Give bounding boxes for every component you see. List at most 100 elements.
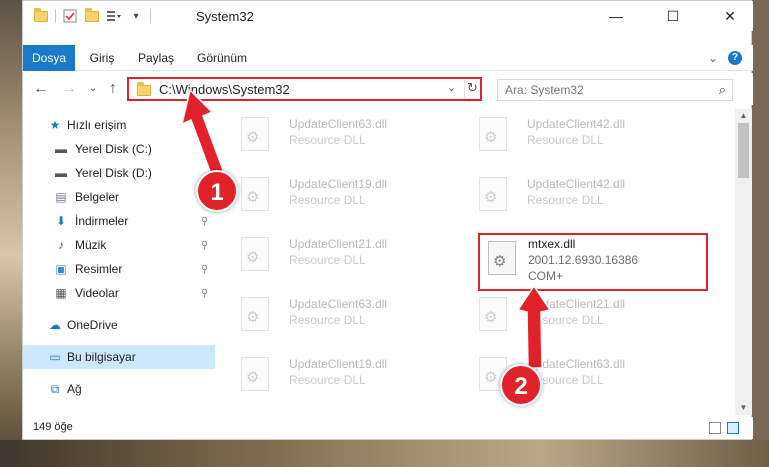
file-description: Resource DLL <box>527 133 604 147</box>
file-name: UpdateClient63.dll <box>289 117 388 131</box>
star-icon: ★ <box>49 118 61 132</box>
sidebar-item-videos[interactable]: ▦ Videolar ⚲ <box>23 281 215 305</box>
up-button[interactable]: ↑ <box>103 79 123 99</box>
file-item[interactable]: UpdateClient42.dll Resource DLL <box>457 173 687 225</box>
file-description: Resource DLL <box>289 193 366 207</box>
music-icon: ♪ <box>58 238 64 252</box>
file-list: UpdateClient63.dll Resource DLL UpdateCl… <box>219 109 735 415</box>
close-button[interactable]: ✕ <box>707 1 753 31</box>
vertical-scrollbar[interactable]: ▲ ▼ <box>735 109 752 415</box>
navigation-bar: ← → ⌄ ↑ C:\Windows\System32 ⌄ ↻ Ara: Sys… <box>23 73 753 105</box>
title-bar: ▾ System32 — ☐ ✕ <box>23 1 753 31</box>
address-bar[interactable]: C:\Windows\System32 ⌄ ↻ <box>127 77 482 101</box>
videos-icon: ▦ <box>55 286 67 300</box>
search-input[interactable]: Ara: System32 ⌕ <box>497 79 733 101</box>
help-icon[interactable]: ? <box>728 51 742 65</box>
dll-file-icon <box>479 177 507 211</box>
quick-access-dropdown-icon[interactable]: ▾ <box>128 8 144 24</box>
tab-view[interactable]: Görünüm <box>191 45 253 71</box>
forward-button[interactable]: → <box>59 79 79 99</box>
desktop-background-left <box>0 0 22 467</box>
tab-file[interactable]: Dosya <box>23 45 75 71</box>
file-item[interactable]: UpdateClient63.dll Resource DLL <box>219 113 449 165</box>
sidebar-item-quick-access[interactable]: ★ Hızlı erişim <box>23 113 215 137</box>
sidebar-item-documents[interactable]: ▤ Belgeler <box>23 185 215 209</box>
cloud-icon: ☁ <box>49 318 61 332</box>
sidebar-item-label: Yerel Disk (C:) <box>75 142 152 156</box>
sidebar-item-this-pc[interactable]: ▭ Bu bilgisayar <box>23 345 215 369</box>
sidebar-item-local-disk-c[interactable]: ▬ Yerel Disk (C:) ⚲ <box>23 137 215 161</box>
scrollbar-thumb[interactable] <box>738 123 749 178</box>
details-view-icon[interactable] <box>709 422 721 434</box>
maximize-button[interactable]: ☐ <box>650 1 696 31</box>
file-item[interactable]: UpdateClient21.dll Resource DLL <box>219 233 449 285</box>
pin-icon[interactable]: ⚲ <box>201 240 208 251</box>
pin-icon[interactable]: ⚲ <box>201 144 208 155</box>
ribbon-tabs: Dosya Giriş Paylaş Görünüm ⌄ ? <box>23 45 753 71</box>
computer-icon: ▭ <box>49 350 61 364</box>
file-item[interactable]: UpdateClient63.dll Resource DLL <box>457 353 687 405</box>
sidebar-item-label: OneDrive <box>67 318 118 332</box>
pin-icon[interactable]: ⚲ <box>201 288 208 299</box>
sidebar-item-downloads[interactable]: ⬇ İndirmeler ⚲ <box>23 209 215 233</box>
file-description: Resource DLL <box>289 373 366 387</box>
file-item[interactable]: UpdateClient42.dll Resource DLL <box>457 113 687 165</box>
large-icons-view-icon[interactable] <box>727 422 739 434</box>
sidebar-item-pictures[interactable]: ▣ Resimler ⚲ <box>23 257 215 281</box>
address-path[interactable]: C:\Windows\System32 <box>159 82 290 97</box>
toolbar-separator <box>150 9 151 23</box>
file-description: Resource DLL <box>527 313 604 327</box>
address-dropdown-icon[interactable]: ⌄ <box>447 81 456 94</box>
window-title: System32 <box>196 9 254 24</box>
sidebar-item-local-disk-d[interactable]: ▬ Yerel Disk (D:) <box>23 161 215 185</box>
sidebar-item-label: Müzik <box>75 238 107 252</box>
recent-locations-button[interactable]: ⌄ <box>83 79 103 99</box>
sidebar-item-onedrive[interactable]: ☁ OneDrive <box>23 313 215 337</box>
properties-icon[interactable] <box>62 8 78 24</box>
status-bar: 149 öğe <box>23 417 753 439</box>
file-name: UpdateClient42.dll <box>527 117 626 131</box>
pin-icon[interactable]: ⚲ <box>201 216 208 227</box>
customize-toolbar-icon[interactable] <box>106 8 122 24</box>
back-button[interactable]: ← <box>31 79 51 99</box>
quick-access-toolbar: ▾ <box>33 7 157 24</box>
expand-ribbon-icon[interactable]: ⌄ <box>705 45 721 71</box>
dll-file-icon <box>479 297 507 331</box>
dll-file-icon <box>488 241 516 275</box>
file-item[interactable]: UpdateClient19.dll Resource DLL <box>219 353 449 405</box>
file-name: UpdateClient63.dll <box>527 357 626 371</box>
file-name: UpdateClient19.dll <box>289 177 388 191</box>
sidebar-item-label: Resimler <box>75 262 123 276</box>
scroll-down-arrow-icon[interactable]: ▼ <box>735 401 752 415</box>
item-count: 149 öğe <box>33 421 73 433</box>
new-folder-icon[interactable] <box>84 7 100 24</box>
dll-file-icon <box>241 117 269 151</box>
sidebar-item-label: Belgeler <box>75 190 120 204</box>
minimize-button[interactable]: — <box>593 1 639 31</box>
tab-home[interactable]: Giriş <box>81 45 123 71</box>
scroll-up-arrow-icon[interactable]: ▲ <box>735 109 752 123</box>
sidebar-item-music[interactable]: ♪ Müzik ⚲ <box>23 233 215 257</box>
file-item[interactable]: UpdateClient21.dll Resource DLL <box>457 293 687 345</box>
tab-share[interactable]: Paylaş <box>131 45 181 71</box>
pin-icon[interactable]: ⚲ <box>201 264 208 275</box>
file-name: mtxex.dll <box>528 237 576 251</box>
search-icon[interactable]: ⌕ <box>719 82 726 98</box>
network-icon: ⧉ <box>50 381 60 396</box>
sidebar-item-network[interactable]: ⧉ Ağ <box>23 377 215 401</box>
file-item[interactable]: UpdateClient63.dll Resource DLL <box>219 293 449 345</box>
dll-file-icon <box>241 237 269 271</box>
folder-icon[interactable] <box>33 7 49 24</box>
file-explorer-window: ▾ System32 — ☐ ✕ Dosya Giriş Paylaş Görü… <box>22 0 753 440</box>
file-name: UpdateClient21.dll <box>527 297 626 311</box>
file-description: Resource DLL <box>289 313 366 327</box>
file-name: UpdateClient21.dll <box>289 237 388 251</box>
desktop-background-bottom <box>0 440 769 467</box>
file-item[interactable]: UpdateClient19.dll Resource DLL <box>219 173 449 225</box>
refresh-icon[interactable]: ↻ <box>464 80 480 98</box>
file-description: Resource DLL <box>289 253 366 267</box>
file-item-highlighted[interactable]: mtxex.dll 2001.12.6930.16386 COM+ <box>478 233 708 291</box>
navigation-pane: ★ Hızlı erişim ▬ Yerel Disk (C:) ⚲ ▬ Yer… <box>23 109 215 415</box>
file-name: UpdateClient19.dll <box>289 357 388 371</box>
sidebar-item-label: İndirmeler <box>75 214 129 228</box>
